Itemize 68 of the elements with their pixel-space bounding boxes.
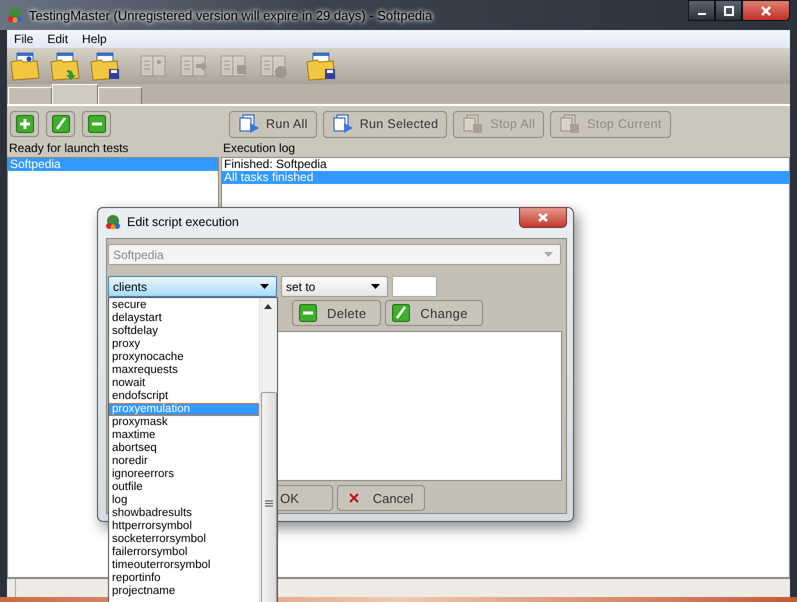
dropdown-option[interactable]: delaystart xyxy=(109,312,259,325)
menu-item[interactable]: Edit xyxy=(42,32,74,46)
parameter-dropdown[interactable]: clients xyxy=(108,276,277,297)
grip-icon xyxy=(265,500,273,506)
menu-item[interactable]: File xyxy=(9,32,38,46)
window-title: TestingMaster (Unregistered version will expire in 29 days) - Softpedia xyxy=(29,8,432,22)
app-icon xyxy=(105,214,121,230)
minimize-button[interactable] xyxy=(688,0,715,21)
dropdown-option[interactable]: failerrorsymbol xyxy=(109,546,259,559)
dropdown-option[interactable]: maxtime xyxy=(109,429,259,442)
dropdown-option[interactable]: softdelay xyxy=(109,325,259,338)
scroll-up-icon[interactable] xyxy=(264,304,272,309)
run-selected-icon xyxy=(332,113,354,135)
log-line: Finished: Softpedia xyxy=(223,158,328,171)
tab[interactable] xyxy=(8,87,52,104)
close-icon xyxy=(537,212,549,223)
caret-icon xyxy=(371,284,380,289)
dropdown-option[interactable]: projectname xyxy=(109,585,259,598)
dropdown-option[interactable]: proxynocache xyxy=(109,351,259,364)
run-all-icon xyxy=(238,113,260,135)
cancel-button[interactable]: Cancel xyxy=(337,485,425,511)
edit-icon xyxy=(392,304,410,322)
change-button[interactable]: Change xyxy=(385,300,483,326)
dropdown-option[interactable]: maxrequests xyxy=(109,364,259,377)
tab[interactable] xyxy=(52,84,98,104)
toolbar-button[interactable] xyxy=(10,111,39,137)
caret-icon xyxy=(260,284,269,289)
stop-current-icon xyxy=(559,113,582,135)
run-button[interactable]: Run All xyxy=(229,110,317,138)
dropdown-option[interactable]: nowait xyxy=(109,377,259,390)
toolbar-button[interactable] xyxy=(82,111,111,137)
dropdown-option[interactable]: timeouterrorsymbol xyxy=(109,559,259,572)
dropdown-option[interactable]: proxy xyxy=(109,338,259,351)
dropdown-option[interactable]: socketerrorsymbol xyxy=(109,533,259,546)
maximize-icon xyxy=(724,6,734,16)
close-button[interactable] xyxy=(519,207,567,228)
remove-icon xyxy=(88,115,106,133)
add-icon xyxy=(16,115,34,133)
close-icon xyxy=(760,4,772,16)
toolbar-button[interactable] xyxy=(46,111,75,137)
minimize-icon xyxy=(698,12,706,14)
close-icon xyxy=(348,493,359,503)
tab[interactable] xyxy=(98,87,142,104)
menu-item[interactable]: Help xyxy=(77,32,112,46)
edit-icon xyxy=(52,115,70,133)
operator-dropdown[interactable]: set to xyxy=(281,276,388,297)
dropdown-option[interactable]: noredir xyxy=(109,455,259,468)
dropdown-option[interactable]: proxymask xyxy=(109,416,259,429)
dropdown-option[interactable]: ignoreerrors xyxy=(109,468,259,481)
dropdown-option[interactable]: endofscript xyxy=(109,390,259,403)
stop-all-icon xyxy=(462,113,484,135)
panel-label: Execution log xyxy=(222,142,296,155)
remove-icon xyxy=(299,304,317,322)
dropdown-option[interactable]: httperrorsymbol xyxy=(109,520,259,533)
run-button[interactable]: Run Selected xyxy=(322,110,448,138)
scroll-thumb[interactable] xyxy=(261,392,277,602)
caret-icon xyxy=(544,252,553,257)
value-field[interactable] xyxy=(392,276,437,297)
scrollbar[interactable] xyxy=(259,298,277,602)
close-button[interactable] xyxy=(742,0,790,21)
dropdown-option[interactable]: reportinfo xyxy=(109,572,259,585)
dropdown-option[interactable]: secure xyxy=(109,299,259,312)
dialog-title: Edit script execution xyxy=(127,215,239,229)
dropdown-option[interactable]: abortseq xyxy=(109,442,259,455)
panel-label: Ready for launch tests xyxy=(8,142,130,155)
maximize-button[interactable] xyxy=(715,0,742,21)
delete-button[interactable]: Delete xyxy=(292,300,382,326)
app-icon xyxy=(7,7,23,23)
